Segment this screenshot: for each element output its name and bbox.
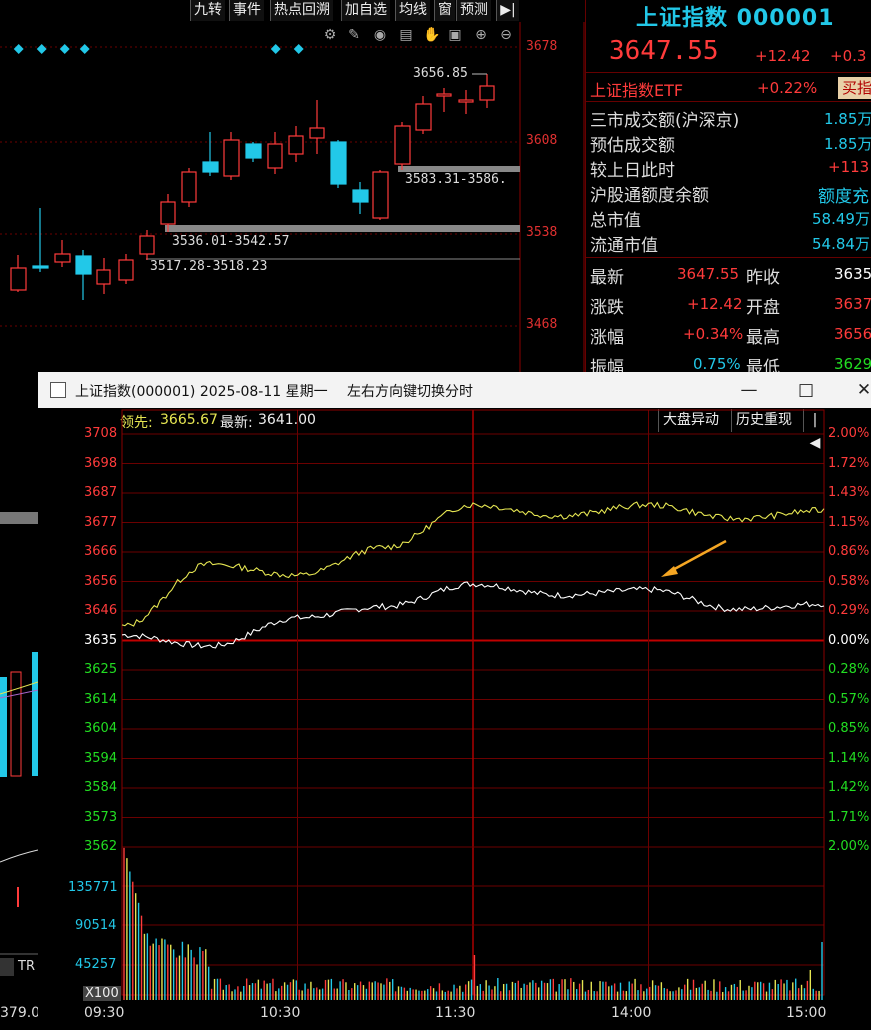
price-axis-label: 3635: [84, 632, 118, 648]
forecast-button[interactable]: 预测: [456, 0, 491, 21]
quote-change: +12.42: [755, 47, 811, 65]
price-axis-label: 3584: [84, 780, 118, 795]
quote-title: 上证指数 000001: [636, 6, 835, 31]
percent-axis-label: 0.00%: [828, 632, 870, 648]
quote-row-label: 三市成交额(沪深京): [590, 111, 740, 131]
percent-axis-label: 0.86%: [828, 544, 870, 559]
volume-axis-label: 45257: [75, 957, 117, 972]
divider: [586, 72, 871, 73]
stat-label: 涨幅: [590, 328, 624, 348]
gap-label-2: 3536.01-3542.57: [172, 234, 290, 249]
window-button[interactable]: 窗: [434, 0, 455, 21]
left-tab[interactable]: [0, 958, 14, 976]
arrow-annotation: [661, 539, 727, 577]
percent-axis-label: 0.57%: [828, 691, 870, 707]
collapse-right-icon[interactable]: ▶|: [496, 0, 519, 21]
etf-label[interactable]: 上证指数ETF: [590, 77, 683, 101]
price-axis-label: 3666: [84, 544, 118, 559]
stat-value: +12.42: [687, 295, 743, 313]
quote-row-value: 1.85万: [824, 135, 871, 153]
kline-chart[interactable]: [0, 22, 585, 372]
kline-price-axis-label: 3678: [526, 39, 558, 54]
volume-unit: X100: [83, 986, 121, 1001]
quote-price: 3647.55: [609, 36, 719, 66]
events-button[interactable]: 事件: [229, 0, 264, 21]
volume-axis-label: 135771: [68, 880, 118, 895]
gap-label-3: 3517.28-3518.23: [150, 259, 268, 274]
volume-axis-label: 90514: [75, 918, 117, 933]
percent-axis-label: 0.28%: [828, 662, 870, 677]
stat-label: 涨跌: [590, 298, 624, 318]
quote-change-pct: +0.3: [830, 47, 867, 65]
percent-axis-label: 1.72%: [828, 455, 870, 471]
price-axis-label: 3562: [84, 839, 118, 854]
price-axis-label: 3687: [84, 485, 118, 500]
kline-price-axis-label: 3538: [526, 225, 558, 240]
percent-axis-label: 1.15%: [828, 514, 870, 530]
percent-axis-label: 1.42%: [828, 780, 870, 795]
percent-axis-label: 2.00%: [828, 426, 870, 441]
stat-label: 最新: [590, 268, 624, 288]
price-axis-label: 3614: [84, 691, 118, 707]
stat-value: +0.34%: [683, 325, 744, 343]
kline-high-label: 3656.85: [413, 66, 468, 81]
stat-value: 0.75%: [693, 355, 741, 373]
time-axis-label: 15:00: [786, 1005, 827, 1021]
stat-value: 3635: [834, 265, 871, 283]
quote-row-label: 总市值: [590, 211, 641, 231]
price-axis-label: 3573: [84, 809, 118, 825]
stat-value: 3637: [834, 295, 871, 313]
quote-row-label: 流通市值: [590, 236, 658, 256]
price-axis-label: 3708: [84, 426, 118, 441]
time-axis-label: 14:00: [611, 1005, 652, 1021]
add-watchlist-button[interactable]: 加自选: [341, 0, 390, 21]
buy-index-button[interactable]: 买指: [838, 77, 871, 99]
quote-row-value: 54.84万: [812, 235, 870, 253]
price-axis-label: 3625: [84, 662, 118, 677]
price-axis-label: 3677: [84, 514, 118, 530]
price-axis-label: 3698: [84, 455, 118, 471]
divider: [586, 101, 871, 102]
price-axis-label: 3604: [84, 721, 118, 736]
stat-value: 3647.55: [677, 265, 740, 283]
kline-price-axis-label: 3608: [526, 133, 558, 148]
stat-value: 3656: [834, 325, 871, 343]
percent-axis-label: 0.29%: [828, 603, 870, 618]
percent-axis-label: 0.85%: [828, 721, 870, 736]
kline-toolbar: 九转 事件 热点回溯 加自选 均线 窗 预测 ▶|: [0, 0, 520, 22]
percent-axis-label: 1.14%: [828, 750, 870, 766]
time-axis-label: 09:30: [84, 1005, 125, 1021]
percent-axis-label: 1.43%: [828, 485, 870, 500]
price-axis-label: 3594: [84, 750, 118, 766]
intraday-chart[interactable]: [38, 372, 871, 1030]
stat-label: 最高: [746, 328, 780, 348]
hotspot-review-button[interactable]: 热点回溯: [270, 0, 333, 21]
tr-label: TR: [18, 959, 35, 974]
stat-value: 3629: [834, 355, 871, 373]
gap-label-1: 3583.31-3586.: [405, 172, 507, 187]
quote-row-label: 沪股通额度余额: [590, 186, 709, 206]
left-obscured-chart: [0, 512, 38, 955]
percent-axis-label: 0.58%: [828, 573, 870, 589]
nine-turn-button[interactable]: 九转: [190, 0, 225, 21]
quote-row-value: +113: [828, 158, 870, 176]
moving-average-button[interactable]: 均线: [395, 0, 430, 21]
percent-axis-label: 1.71%: [828, 809, 870, 825]
time-axis-label: 10:30: [260, 1005, 301, 1021]
stat-label: 开盘: [746, 298, 780, 318]
quote-row-value: 额度充: [818, 187, 869, 207]
quote-row-label: 预估成交额: [590, 136, 675, 156]
etf-change: +0.22%: [757, 79, 818, 97]
price-axis-label: 3646: [84, 603, 118, 618]
divider: [586, 257, 871, 258]
quote-row-label: 较上日此时: [590, 161, 675, 181]
kline-price-axis-label: 3468: [526, 317, 558, 332]
left-bottom-value: 379.0: [0, 1005, 41, 1021]
quote-row-value: 58.49万: [812, 210, 870, 228]
time-axis-label: 11:30: [435, 1005, 476, 1021]
stat-label: 昨收: [746, 268, 780, 288]
quote-row-value: 1.85万: [824, 110, 871, 128]
price-axis-label: 3656: [84, 573, 118, 589]
percent-axis-label: 2.00%: [828, 839, 870, 854]
